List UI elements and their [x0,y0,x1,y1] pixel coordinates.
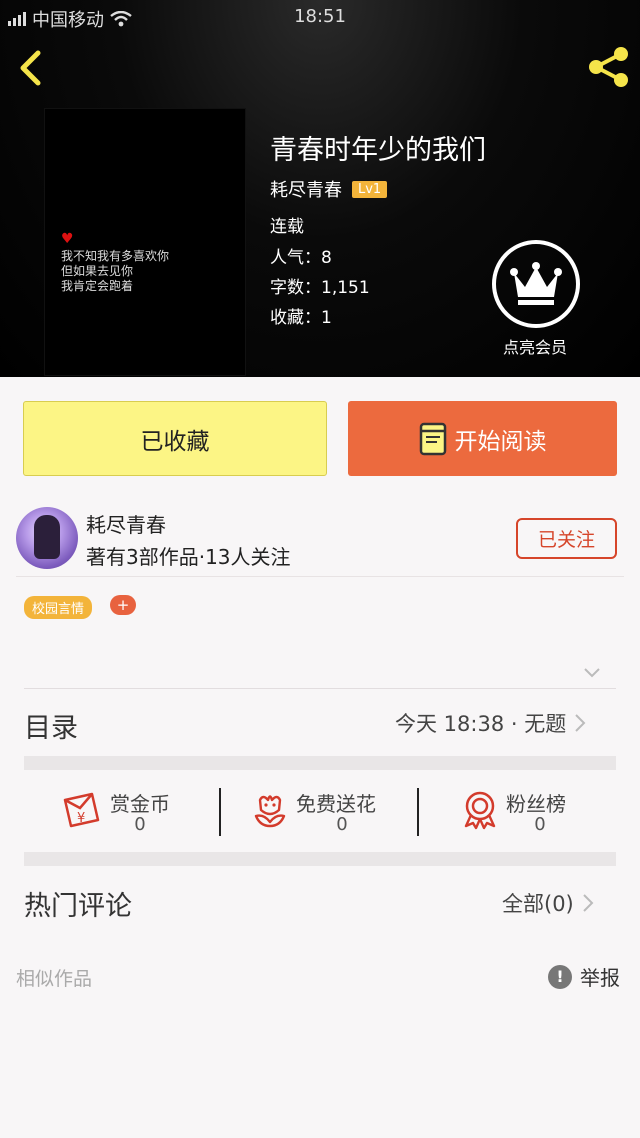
stats-row: ¥ 赏金币 0 免费送花 0 粉丝榜 0 [24,770,616,852]
report-label: 举报 [580,966,620,990]
status-time: 18:51 [294,6,346,27]
chevron-down-icon[interactable] [582,666,602,680]
heart-icon: ♥ [61,231,74,247]
book-cover[interactable]: ♥ 我不知我有多喜欢你 但如果去见你 我肯定会跑着 [44,108,246,376]
warning-icon: ! [548,964,572,989]
fan-ranking-label: 粉丝榜 [506,792,566,816]
chevron-left-icon [20,50,41,86]
divider [16,576,624,577]
all-comments-label: 全部(0) [502,892,574,916]
svg-text:¥: ¥ [77,811,85,826]
reward-coin-button[interactable]: ¥ 赏金币 0 [62,770,222,852]
book-header: 中国移动 18:51 ♥ 我不知我有多喜欢你 但如果去见你 我肯定会跑着 青春时… [0,0,640,377]
cover-text: 我不知我有多喜欢你 但如果去见你 我肯定会跑着 [61,249,170,293]
toc-latest-label: 今天 18:38 · 无题 [395,712,567,736]
report-button[interactable]: ! 举报 [548,962,620,991]
book-word-count: 字数：1,151 [270,278,370,298]
book-author-line: 耗尽青春 Lv1 [270,176,388,202]
chevron-right-icon [583,894,594,912]
medal-icon [464,791,496,830]
book-status: 连载 [270,217,304,237]
crown-icon [510,262,562,305]
share-button[interactable] [586,46,632,88]
send-flower-button[interactable]: 免费送花 0 [250,770,420,852]
send-flower-label: 免费送花 [296,792,376,816]
reward-coin-count: 0 [134,814,146,835]
chevron-right-icon [575,714,586,732]
reward-coin-label: 赏金币 [110,792,170,816]
similar-works-title: 相似作品 [16,968,93,990]
author-stats: 著有3部作品·13人关注 [86,545,291,569]
start-reading-label: 开始阅读 [454,428,547,455]
fan-ranking-count: 0 [534,814,546,835]
hot-comments-title: 热门评论 [24,891,132,922]
status-bar: 中国移动 18:51 [0,0,640,34]
back-button[interactable] [14,48,48,88]
book-popularity: 人气：8 [270,248,332,268]
share-icon [589,47,628,87]
toc-latest-chapter[interactable]: 今天 18:38 · 无题 [395,708,586,738]
section-band [24,756,616,770]
author-name[interactable]: 耗尽青春 [86,509,166,538]
send-flower-count: 0 [336,814,348,835]
start-reading-button[interactable]: 开始阅读 [348,401,617,476]
flower-icon [254,795,286,828]
fan-ranking-button[interactable]: 粉丝榜 0 [460,770,616,852]
section-band [24,852,616,866]
book-favorites: 收藏：1 [270,308,332,328]
follow-button[interactable]: 已关注 [516,518,617,559]
genre-tag[interactable]: 校园言情 [24,596,93,619]
book-icon [419,422,446,455]
vip-label: 点亮会员 [502,338,567,357]
divider [24,688,616,689]
author-avatar[interactable] [16,507,78,569]
vip-button[interactable]: 点亮会员 [492,240,582,358]
red-envelope-icon: ¥ [63,792,100,828]
all-comments-link[interactable]: 全部(0) [502,888,594,918]
level-badge: Lv1 [352,180,388,198]
favorited-button[interactable]: 已收藏 [23,401,327,476]
divider [219,788,221,836]
divider [417,788,419,836]
toc-title: 目录 [24,713,78,744]
book-title: 青春时年少的我们 [270,135,486,166]
add-tag-button[interactable]: + [110,595,136,615]
book-author[interactable]: 耗尽青春 [270,176,342,202]
